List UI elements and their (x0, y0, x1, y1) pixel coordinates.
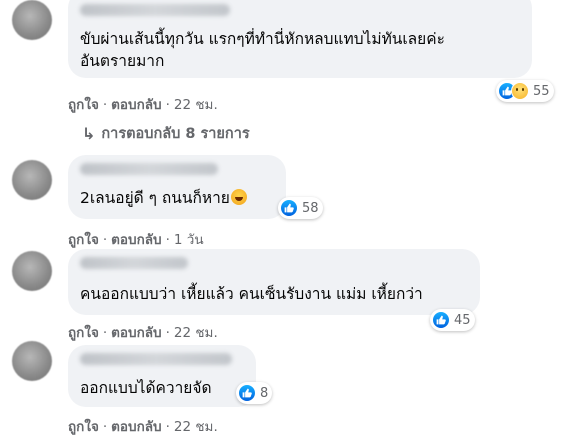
like-button[interactable]: ถูกใจ (68, 97, 99, 113)
replies-label: การตอบกลับ 8 รายการ (101, 126, 250, 142)
like-icon (238, 384, 256, 402)
comment-text: อันตรายมาก (80, 52, 165, 70)
comment-actions: ถูกใจ · ตอบกลับ · 22 ชม. (68, 93, 218, 115)
avatar[interactable] (12, 0, 52, 40)
separator: · (165, 232, 170, 248)
blurred-commenter-name[interactable] (80, 163, 218, 175)
blurred-commenter-name[interactable] (80, 257, 188, 269)
reaction-summary[interactable]: 8 (236, 382, 273, 404)
avatar[interactable] (12, 341, 52, 381)
reaction-count: 8 (260, 385, 269, 401)
like-icon (280, 199, 298, 217)
comment-text: ขับผ่านเส้นนี้ทุกวัน แรกๆที่ทำนี่หักหลบแ… (80, 30, 445, 48)
reply-button[interactable]: ตอบกลับ (111, 325, 161, 341)
comment-bubble: ขับผ่านเส้นนี้ทุกวัน แรกๆที่ทำนี่หักหลบแ… (68, 0, 532, 78)
comment-bubble: ออกแบบได้ควายจัด (68, 345, 256, 407)
sad-icon (511, 82, 529, 100)
timestamp[interactable]: 22 ชม. (174, 419, 218, 435)
comment-text: ออกแบบได้ควายจัด (80, 379, 212, 397)
comment-bubble: 2เลนอยู่ดี ๆ ถนนก็หาย (68, 155, 286, 219)
separator: · (102, 325, 108, 341)
reaction-count: 55 (533, 83, 550, 99)
separator: · (165, 97, 170, 113)
like-icon (432, 311, 450, 329)
separator: · (102, 232, 108, 248)
laughing-crying-emoji (230, 189, 247, 205)
like-button[interactable]: ถูกใจ (68, 325, 99, 341)
reaction-summary[interactable]: 55 (496, 80, 554, 102)
timestamp[interactable]: 1 วัน (174, 232, 204, 248)
reply-button[interactable]: ตอบกลับ (111, 419, 161, 435)
reaction-count: 58 (302, 200, 319, 216)
reaction-summary[interactable]: 58 (278, 197, 323, 219)
comment-actions: ถูกใจ · ตอบกลับ · 1 วัน (68, 228, 204, 250)
comment-actions: ถูกใจ · ตอบกลับ · 22 ชม. (68, 321, 218, 343)
reply-button[interactable]: ตอบกลับ (111, 232, 161, 248)
blurred-commenter-name[interactable] (80, 4, 230, 16)
like-button[interactable]: ถูกใจ (68, 232, 99, 248)
separator: · (165, 419, 170, 435)
separator: · (165, 325, 170, 341)
timestamp[interactable]: 22 ชม. (174, 97, 218, 113)
comment-bubble: คนออกแบบว่า เหี้ยแล้ว คนเซ็นรับงาน แม่ม … (68, 249, 480, 315)
view-replies-link[interactable]: ↳ การตอบกลับ 8 รายการ (82, 122, 250, 145)
reaction-summary[interactable]: 45 (430, 309, 475, 331)
like-button[interactable]: ถูกใจ (68, 419, 99, 435)
avatar[interactable] (12, 160, 52, 200)
comment-text: 2เลนอยู่ดี ๆ ถนนก็หาย (80, 187, 247, 209)
separator: · (102, 419, 108, 435)
reply-button[interactable]: ตอบกลับ (111, 97, 161, 113)
comment-text: คนออกแบบว่า เหี้ยแล้ว คนเซ็นรับงาน แม่ม … (80, 285, 423, 303)
blurred-commenter-name[interactable] (80, 353, 232, 365)
comment-text-content: 2เลนอยู่ดี ๆ ถนนก็หาย (80, 189, 230, 207)
avatar[interactable] (12, 251, 52, 291)
reply-arrow-icon: ↳ (82, 124, 96, 143)
separator: · (102, 97, 108, 113)
reaction-count: 45 (454, 312, 471, 328)
comment-actions: ถูกใจ · ตอบกลับ · 22 ชม. (68, 415, 218, 437)
timestamp[interactable]: 22 ชม. (174, 325, 218, 341)
